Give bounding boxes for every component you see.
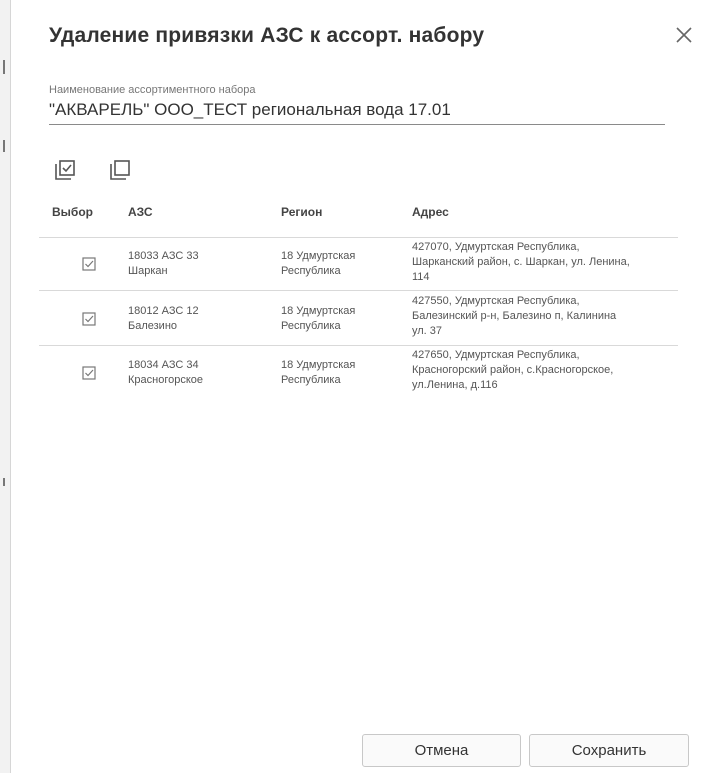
region-cell: 18 Удмуртская Республика <box>281 250 356 277</box>
close-icon[interactable] <box>671 22 697 48</box>
column-header-azs[interactable]: АЗС <box>128 205 153 219</box>
row-divider <box>39 290 678 291</box>
region-cell: 18 Удмуртская Республика <box>281 359 356 386</box>
column-header-select[interactable]: Выбор <box>52 205 93 219</box>
column-header-address[interactable]: Адрес <box>412 205 449 219</box>
unlink-dialog: Удаление привязки АЗС к ассорт. набору Н… <box>11 0 701 773</box>
column-header-region[interactable]: Регион <box>281 205 322 219</box>
dialog-title: Удаление привязки АЗС к ассорт. набору <box>49 24 485 47</box>
background-window-edge <box>0 0 11 773</box>
address-cell: 427550, Удмуртская Республика, Балезински… <box>412 295 617 337</box>
address-cell: 427070, Удмуртская Республика, Шарканский… <box>412 241 630 283</box>
select-all-icon[interactable] <box>53 158 77 182</box>
row-checkbox[interactable] <box>82 312 96 326</box>
row-checkbox[interactable] <box>82 366 96 380</box>
region-cell: 18 Удмуртская Республика <box>281 305 356 332</box>
row-divider <box>39 345 678 346</box>
field-label: Наименование ассортиментного набора <box>49 84 256 96</box>
cancel-button[interactable]: Отмена <box>362 734 521 767</box>
deselect-all-icon[interactable] <box>108 158 132 182</box>
assortment-name-field[interactable]: "АКВАРЕЛЬ" ООО_ТЕСТ региональная вода 17… <box>49 100 665 125</box>
azs-cell: 18012 АЗС 12 Балезино <box>128 305 199 332</box>
save-button[interactable]: Сохранить <box>529 734 689 767</box>
table-divider <box>39 237 678 238</box>
address-cell: 427650, Удмуртская Республика, Красногорс… <box>412 349 614 391</box>
azs-cell: 18034 АЗС 34 Красногорское <box>128 359 204 386</box>
azs-cell: 18033 АЗС 33 Шаркан <box>128 250 199 277</box>
row-checkbox[interactable] <box>82 257 96 271</box>
